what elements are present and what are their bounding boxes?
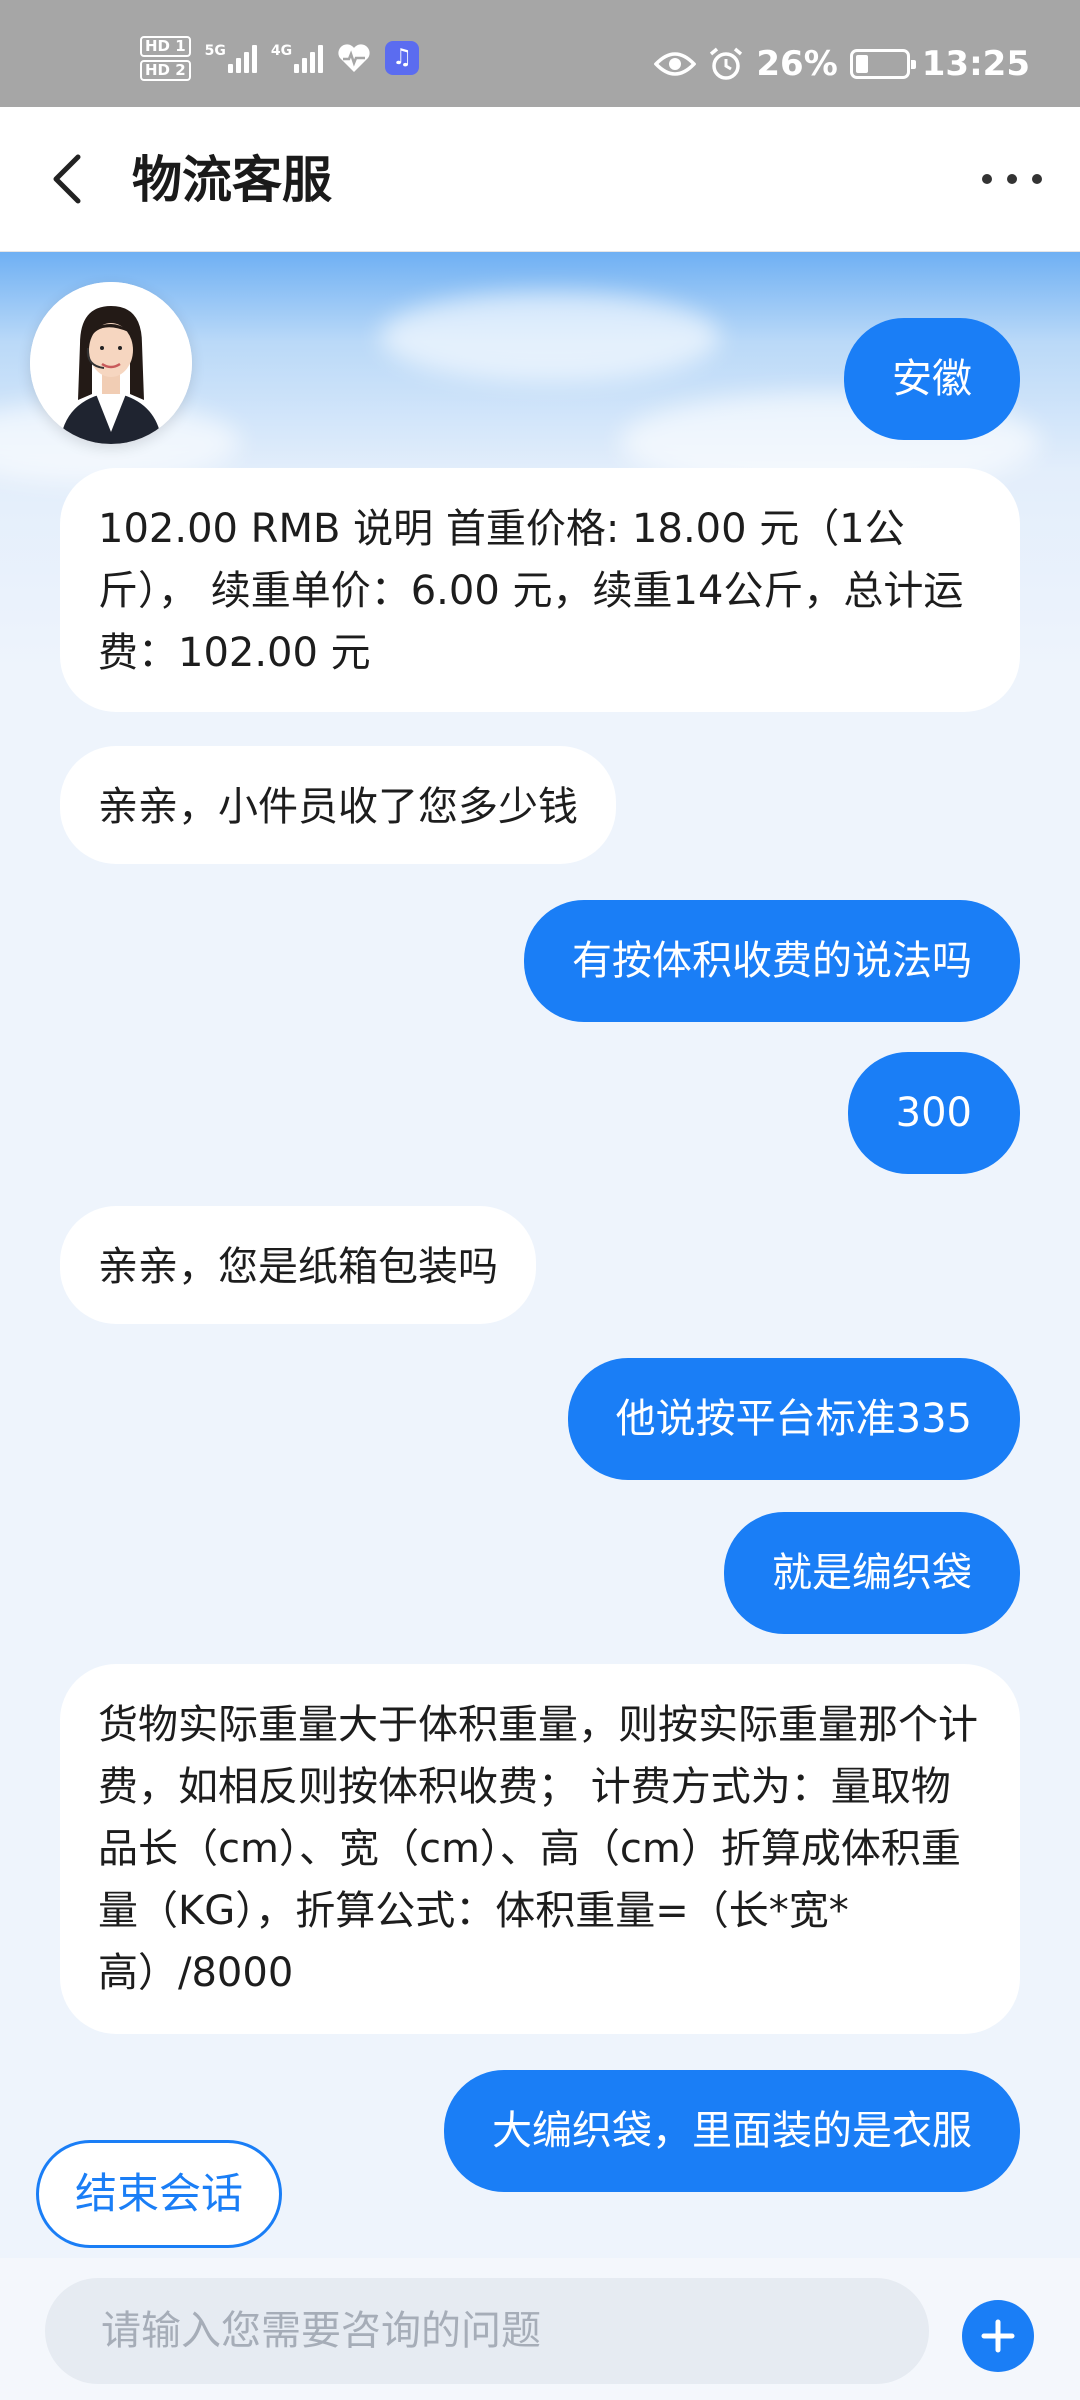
message-input-container[interactable] — [45, 2278, 929, 2384]
chat-message-outgoing: 大编织袋，里面装的是衣服 — [444, 2070, 1020, 2192]
message-input[interactable] — [101, 2308, 873, 2354]
status-left: HD 1 HD 2 5G 4G ♫ — [140, 34, 420, 82]
app-header: 物流客服 — [0, 107, 1080, 252]
net2-label: 4G — [270, 43, 293, 59]
chat-message-outgoing: 就是编织袋 — [724, 1512, 1020, 1634]
chat-message-incoming: 亲亲，小件员收了您多少钱 — [60, 746, 616, 864]
hd1-badge: HD 1 — [140, 35, 191, 57]
net1-label: 5G — [204, 43, 226, 59]
status-bar: HD 1 HD 2 5G 4G ♫ 26% 13:25 — [0, 0, 1080, 107]
chat-area[interactable]: 安徽 102.00 RMB 说明 首重价格: 18.00 元（1公斤）， 续重单… — [0, 252, 1080, 2400]
input-bar — [0, 2258, 1080, 2400]
more-options-icon[interactable] — [982, 159, 1042, 199]
chat-message-outgoing: 300 — [847, 1052, 1020, 1174]
battery-fill — [855, 55, 869, 73]
chat-message-outgoing: 他说按平台标准335 — [567, 1358, 1020, 1480]
health-heart-icon — [338, 44, 370, 72]
plus-icon — [981, 2319, 1015, 2353]
chat-message-outgoing: 有按体积收费的说法吗 — [524, 900, 1020, 1022]
signal-4g-icon: 4G — [270, 43, 324, 73]
end-session-button[interactable]: 结束会话 — [36, 2140, 282, 2248]
status-right: 26% 13:25 — [654, 40, 1030, 88]
clock: 13:25 — [921, 44, 1030, 84]
chat-message-incoming: 亲亲，您是纸箱包装吗 — [60, 1206, 536, 1324]
eye-comfort-icon — [654, 52, 697, 76]
music-app-icon: ♫ — [385, 41, 420, 75]
add-button[interactable] — [962, 2300, 1034, 2372]
background-cloud — [380, 292, 720, 382]
signal-5g-icon: 5G — [205, 43, 257, 73]
battery-percent: 26% — [756, 44, 838, 84]
chat-message-outgoing: 安徽 — [844, 318, 1020, 440]
back-arrow-icon[interactable] — [40, 149, 100, 209]
hd2-badge: HD 2 — [140, 59, 191, 81]
chat-message-incoming: 货物实际重量大于体积重量，则按实际重量那个计费，如相反则按体积收费； 计费方式为… — [60, 1664, 1020, 2034]
agent-avatar — [30, 282, 192, 444]
chat-message-incoming: 102.00 RMB 说明 首重价格: 18.00 元（1公斤）， 续重单价：6… — [60, 468, 1020, 712]
hd-indicators: HD 1 HD 2 — [140, 35, 191, 81]
page-title: 物流客服 — [132, 151, 332, 209]
alarm-icon — [710, 47, 743, 80]
battery-icon — [849, 49, 916, 79]
